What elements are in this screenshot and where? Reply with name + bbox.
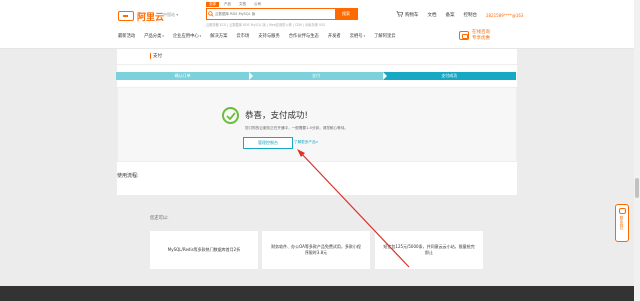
chevron-down-icon: ▾ bbox=[162, 34, 164, 38]
search-box: 搜索 bbox=[206, 8, 358, 20]
progress-steps: 确认订单 支付 支付成功 bbox=[116, 72, 516, 80]
cart-icon bbox=[396, 11, 404, 19]
step-pay: 支付 bbox=[249, 72, 387, 80]
page-header: 支付 bbox=[117, 49, 517, 65]
nav-label: 开发者 bbox=[327, 34, 341, 39]
nav-yunqi[interactable]: 云栖号 ▾ bbox=[350, 33, 374, 39]
promo-text: 在线咨询 专享优惠 bbox=[472, 30, 490, 41]
learn-more-link[interactable]: 了解更多产品> bbox=[294, 140, 319, 145]
console-link[interactable]: 控制台 bbox=[464, 12, 478, 18]
side-tab-label: 联系我们 bbox=[620, 216, 624, 230]
nav-developers[interactable]: 开发者 bbox=[328, 33, 350, 39]
promo-line-2: 专享优惠 bbox=[472, 35, 490, 41]
step-separator bbox=[249, 72, 254, 80]
cart-label: 购物车 bbox=[405, 13, 419, 18]
step-confirm-order: 确认订单 bbox=[116, 72, 254, 80]
search-input[interactable] bbox=[215, 9, 335, 19]
user-account[interactable]: 2821589****@163 bbox=[486, 13, 523, 18]
chat-icon bbox=[459, 31, 469, 40]
title-accent bbox=[150, 53, 151, 59]
docs-link[interactable]: 文档 bbox=[428, 12, 437, 18]
nav-label: 企业应用中心 bbox=[172, 34, 199, 39]
card-text: 财务软件、办公OA等多款产品免费试用，多款小程序限时3.8元 bbox=[271, 244, 361, 255]
nav-about[interactable]: 了解阿里云 bbox=[374, 33, 404, 39]
nav-label: 解决方案 bbox=[210, 34, 228, 39]
top-links: 购物车 文档 备案 控制台 2821589****@163 bbox=[396, 11, 523, 19]
nav-label: 云栖号 bbox=[349, 34, 363, 39]
region-selector[interactable]: 中国站 ▾ bbox=[163, 12, 178, 18]
recommend-title: 您还可以: bbox=[150, 216, 169, 221]
nav-marketplace[interactable]: 云市场 bbox=[236, 33, 258, 39]
promo-line-1: 在线咨询 bbox=[472, 30, 490, 35]
brand-name: 阿里云 bbox=[137, 12, 165, 23]
nav-enterprise-apps[interactable]: 企业应用中心 ▾ bbox=[173, 33, 210, 39]
footer-bar bbox=[0, 286, 640, 301]
brand-logo[interactable]: 阿里云 bbox=[118, 10, 165, 23]
success-title: 恭喜，支付成功! bbox=[245, 111, 308, 121]
nav-solutions[interactable]: 解决方案 bbox=[210, 33, 236, 39]
search-button[interactable]: 搜索 bbox=[335, 9, 357, 19]
chevron-down-icon: ▾ bbox=[363, 34, 366, 38]
step-label: 支付 bbox=[311, 73, 320, 78]
recommend-card[interactable]: 短信包125元/5000条，并同意云云小站，限量抢完即止 bbox=[375, 231, 483, 269]
search-hotwords[interactable]: 云服务器 ECS | 云数据库 RDS MySQL 版 | Web应用防火墙 |… bbox=[206, 22, 325, 27]
search-tabs: 全部 产品 文档 公司 bbox=[206, 2, 264, 7]
nav-latest-activity[interactable]: 最新活动 bbox=[118, 33, 144, 39]
nav-label: 产品分类 bbox=[144, 34, 162, 39]
scrollbar[interactable] bbox=[634, 0, 640, 301]
step-separator bbox=[382, 72, 387, 80]
search-tab-company[interactable]: 公司 bbox=[251, 2, 264, 7]
chat-icon bbox=[618, 208, 626, 214]
search-icon bbox=[207, 9, 215, 19]
search-tab-docs[interactable]: 文档 bbox=[236, 2, 249, 7]
beian-link[interactable]: 备案 bbox=[446, 12, 455, 18]
usage-flow-label: 使用流程: bbox=[117, 173, 139, 179]
card-text: 短信包125元/5000条，并同意云云小站，限量抢完即止 bbox=[383, 244, 475, 255]
aliyun-logo-icon bbox=[118, 11, 134, 21]
main-nav: 最新活动 产品分类 ▾ 企业应用中心 ▾ 解决方案 云市场 支持与服务 合作伙伴与生… bbox=[118, 33, 405, 39]
chevron-down-icon: ▾ bbox=[199, 34, 202, 38]
success-check-icon bbox=[222, 107, 239, 124]
recommend-card[interactable]: MySQL/Redis等多款热门数据库首月2折 bbox=[150, 231, 258, 269]
cart-link[interactable]: 购物车 bbox=[396, 11, 419, 19]
scrollbar-thumb[interactable] bbox=[635, 178, 639, 198]
card-text: MySQL/Redis等多款热门数据库首月2折 bbox=[167, 247, 241, 252]
nav-label: 了解阿里云 bbox=[374, 34, 396, 39]
nav-label: 支持与服务 bbox=[258, 34, 280, 39]
success-note: 您订购的云服务正在开通中，一般需要1-5分钟，请您耐心等待。 bbox=[245, 126, 348, 130]
step-label: 确认订单 bbox=[174, 73, 191, 78]
recommend-card[interactable]: 财务软件、办公OA等多款产品免费试用，多款小程序限时3.8元 bbox=[262, 231, 370, 269]
nav-products[interactable]: 产品分类 ▾ bbox=[144, 33, 173, 39]
manage-console-button[interactable]: 管理控制台 bbox=[243, 137, 293, 149]
step-pay-success: 支付成功 bbox=[382, 72, 516, 80]
step-label: 支付成功 bbox=[441, 73, 458, 78]
search-tab-products[interactable]: 产品 bbox=[221, 2, 234, 7]
search-tab-all[interactable]: 全部 bbox=[206, 2, 219, 7]
nav-label: 合作伙伴与生态 bbox=[288, 34, 319, 39]
contact-side-tab[interactable]: 联系我们 bbox=[615, 204, 629, 242]
consult-promo[interactable]: 在线咨询 专享优惠 bbox=[459, 30, 490, 41]
page-title: 支付 bbox=[153, 54, 162, 59]
nav-label: 最新活动 bbox=[118, 34, 136, 39]
nav-label: 云市场 bbox=[236, 34, 250, 39]
nav-partners[interactable]: 合作伙伴与生态 bbox=[289, 33, 328, 39]
result-panel bbox=[117, 87, 517, 162]
nav-support[interactable]: 支持与服务 bbox=[258, 33, 288, 39]
